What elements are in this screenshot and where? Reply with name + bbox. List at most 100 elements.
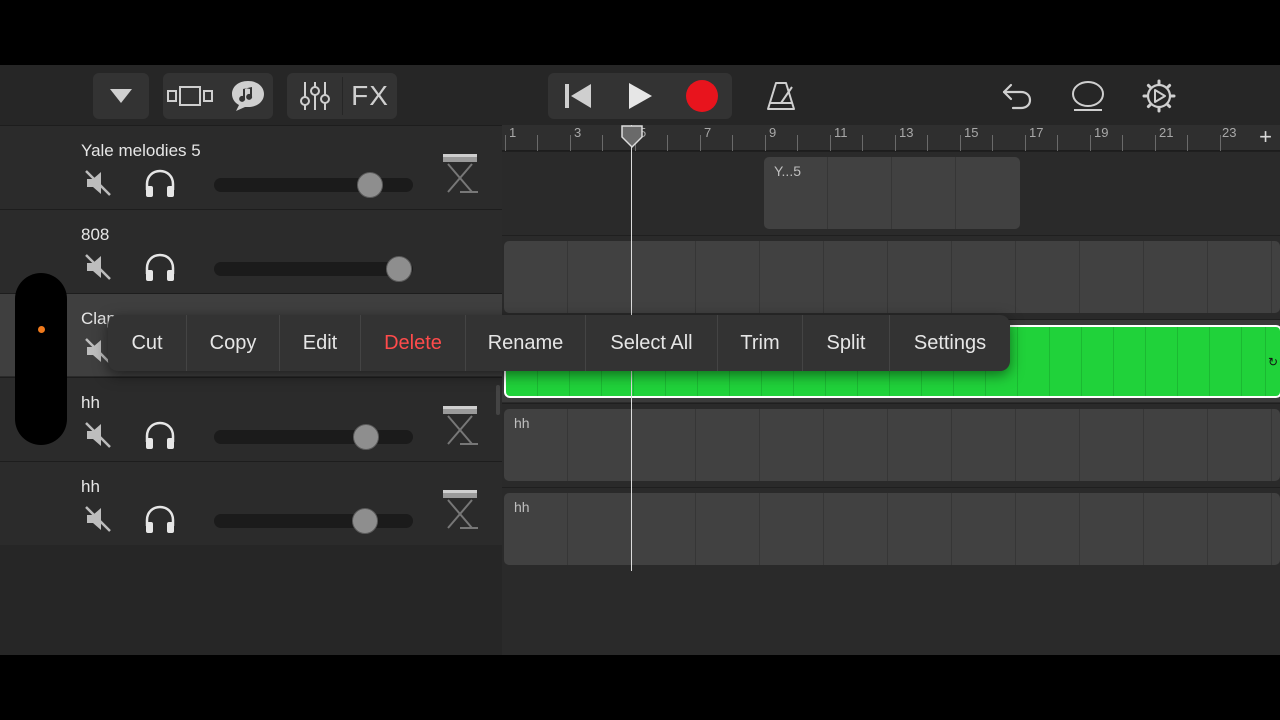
bar-number: 7 — [704, 125, 712, 140]
speaker-mute-icon — [85, 506, 111, 532]
region-segment — [504, 241, 568, 313]
solo-button[interactable] — [143, 504, 177, 541]
mute-button[interactable] — [83, 504, 113, 539]
volume-slider[interactable] — [214, 256, 413, 282]
menu-item-split[interactable]: Split — [803, 315, 890, 371]
menu-item-settings[interactable]: Settings — [890, 315, 1010, 371]
region-segment — [824, 241, 888, 313]
mixer-button[interactable] — [287, 73, 342, 119]
undo-button[interactable] — [992, 73, 1042, 119]
menu-item-delete[interactable]: Delete — [361, 315, 466, 371]
mute-button[interactable] — [83, 420, 113, 455]
metronome-button[interactable] — [756, 73, 806, 119]
dropdown-group — [93, 73, 149, 119]
track-name: 808 — [81, 225, 110, 244]
fx-button[interactable]: FX — [343, 73, 397, 119]
ruler-tick — [1090, 135, 1091, 151]
region-segment — [1208, 493, 1272, 565]
go-to-start-button[interactable] — [548, 73, 608, 119]
menu-item-trim[interactable]: Trim — [718, 315, 803, 371]
volume-slider[interactable] — [214, 172, 413, 198]
undo-icon — [1002, 83, 1032, 110]
bar-number: 21 — [1159, 125, 1174, 140]
region-segment — [568, 493, 632, 565]
bar-number: 1 — [509, 125, 517, 140]
volume-knob[interactable] — [352, 508, 378, 534]
bar-number: 15 — [964, 125, 979, 140]
mute-button[interactable] — [83, 168, 113, 203]
region-label: Y...5 — [774, 163, 801, 179]
ruler[interactable]: 1 3 5 7 9 11 13 15 17 19 21 23 — [502, 125, 1280, 151]
solo-button[interactable] — [143, 252, 177, 289]
timeline[interactable]: 1 3 5 7 9 11 13 15 17 19 21 23 — [502, 125, 1280, 655]
mixer-fx-group: FX — [287, 73, 397, 119]
ruler-tick — [1122, 135, 1123, 151]
loop-handle[interactable]: ↻ — [1268, 355, 1278, 369]
track-header[interactable]: hh — [0, 377, 502, 460]
solo-button[interactable] — [143, 168, 177, 205]
hihat-region[interactable]: hh — [504, 493, 1280, 565]
side-pill[interactable] — [15, 273, 67, 445]
record-button[interactable] — [672, 73, 732, 119]
region-segment — [1016, 493, 1080, 565]
master-button[interactable] — [1063, 73, 1113, 119]
playhead-handle[interactable] — [620, 125, 644, 149]
loop-browser-button[interactable] — [223, 73, 273, 119]
region-segment — [888, 493, 952, 565]
playhead-marker-icon — [621, 125, 643, 149]
keyboard-instrument-icon — [440, 152, 480, 201]
track-list-footer — [0, 545, 502, 655]
track-name: hh — [81, 477, 100, 496]
region-segment — [1080, 493, 1144, 565]
track-name: hh — [81, 393, 100, 412]
keyboard-instrument-icon — [440, 488, 480, 537]
menu-item-cut[interactable]: Cut — [108, 315, 187, 371]
volume-slider[interactable] — [214, 424, 413, 450]
bar-number: 19 — [1094, 125, 1109, 140]
ruler-tick — [1220, 135, 1221, 151]
bar-number: 13 — [899, 125, 914, 140]
tracks-view-icon — [166, 86, 213, 106]
bar-number: 17 — [1029, 125, 1044, 140]
menu-item-edit[interactable]: Edit — [280, 315, 361, 371]
solo-button[interactable] — [143, 420, 177, 457]
track-header[interactable]: hh — [0, 461, 502, 544]
region-segment — [568, 241, 632, 313]
region-segment — [760, 241, 824, 313]
speaker-mute-icon — [85, 254, 111, 280]
ruler-tick — [992, 135, 993, 151]
settings-button[interactable] — [1134, 73, 1184, 119]
bar-number: 23 — [1222, 125, 1237, 140]
add-section-button[interactable]: + — [1259, 126, 1272, 148]
volume-knob[interactable] — [353, 424, 379, 450]
ruler-tick — [537, 135, 538, 151]
region-segment — [696, 241, 760, 313]
bass-808-region[interactable] — [504, 241, 1280, 313]
region-segment — [952, 409, 1016, 481]
play-icon — [629, 83, 652, 109]
record-icon — [686, 80, 718, 112]
browser-dropdown-button[interactable] — [93, 73, 149, 119]
volume-knob[interactable] — [386, 256, 412, 282]
volume-slider[interactable] — [214, 508, 413, 534]
track-header[interactable]: 808 — [0, 209, 502, 292]
track-header-resize-handle[interactable] — [496, 385, 500, 415]
ruler-tick — [1025, 135, 1026, 151]
menu-item-select-all[interactable]: Select All — [586, 315, 718, 371]
melody-region[interactable]: Y...5 — [764, 157, 1020, 229]
play-button[interactable] — [610, 73, 670, 119]
menu-item-copy[interactable]: Copy — [187, 315, 280, 371]
region-segment — [888, 409, 952, 481]
ruler-tick — [765, 135, 766, 151]
tracks-view-button[interactable] — [163, 73, 218, 119]
ruler-tick — [732, 135, 733, 151]
bar-number: 11 — [834, 125, 848, 140]
triangle-down-icon — [110, 89, 132, 103]
track-header[interactable]: Yale melodies 5 — [0, 125, 502, 208]
region-segment — [1144, 409, 1208, 481]
hihat-region[interactable]: hh — [504, 409, 1280, 481]
menu-item-rename[interactable]: Rename — [466, 315, 586, 371]
mute-button[interactable] — [83, 252, 113, 287]
volume-knob[interactable] — [357, 172, 383, 198]
keyboard-instrument-icon — [440, 404, 480, 453]
